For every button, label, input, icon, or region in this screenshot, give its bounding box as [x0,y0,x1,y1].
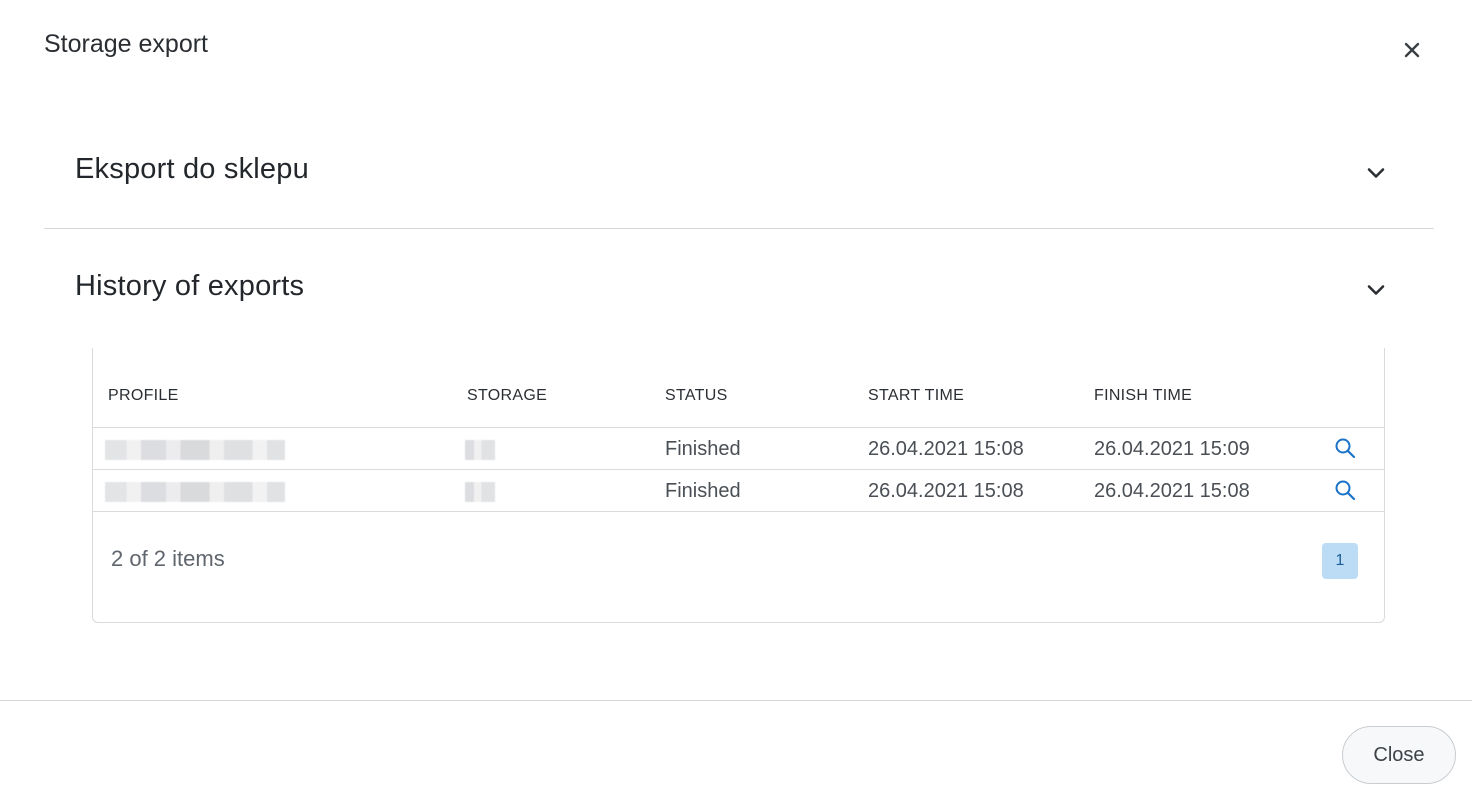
column-header-finish-time[interactable]: FINISH TIME [1094,387,1192,405]
search-icon[interactable] [1333,436,1357,460]
exports-history-grid: PROFILE STORAGE STATUS START TIME FINISH… [92,348,1385,623]
pager-info: 2 of 2 items [111,546,225,571]
storage-redacted [465,482,495,502]
table-row: Finished 26.04.2021 15:08 26.04.2021 15:… [93,470,1384,512]
table-row: Finished 26.04.2021 15:08 26.04.2021 15:… [93,428,1384,470]
chevron-down-icon [1367,285,1385,295]
search-icon[interactable] [1333,478,1357,502]
page-button-1[interactable]: 1 [1322,543,1358,579]
start-time-cell: 26.04.2021 15:08 [868,480,1024,502]
column-header-start-time[interactable]: START TIME [868,387,964,405]
chevron-down-icon [1367,168,1385,178]
close-icon [1404,42,1420,58]
close-button[interactable]: Close [1342,726,1456,784]
section-title: History of exports [75,270,305,302]
section-title: Eksport do sklepu [75,153,309,185]
section-eksport-do-sklepu[interactable]: Eksport do sklepu [44,131,1434,211]
grid-header: PROFILE STORAGE STATUS START TIME FINISH… [93,348,1384,428]
section-history-of-exports[interactable]: History of exports [44,248,1434,328]
finish-time-cell: 26.04.2021 15:09 [1094,438,1250,460]
modal-title: Storage export [44,30,208,58]
finish-time-cell: 26.04.2021 15:08 [1094,480,1250,502]
status-cell: Finished [665,480,741,502]
footer-divider [0,700,1472,701]
start-time-cell: 26.04.2021 15:08 [868,438,1024,460]
section-divider [44,228,1434,229]
column-header-storage[interactable]: STORAGE [467,387,547,405]
status-cell: Finished [665,438,741,460]
close-modal-button[interactable] [1398,36,1426,64]
column-header-profile[interactable]: PROFILE [108,387,179,405]
profile-redacted [105,440,285,460]
storage-redacted [465,440,495,460]
column-header-status[interactable]: STATUS [665,387,728,405]
profile-redacted [105,482,285,502]
